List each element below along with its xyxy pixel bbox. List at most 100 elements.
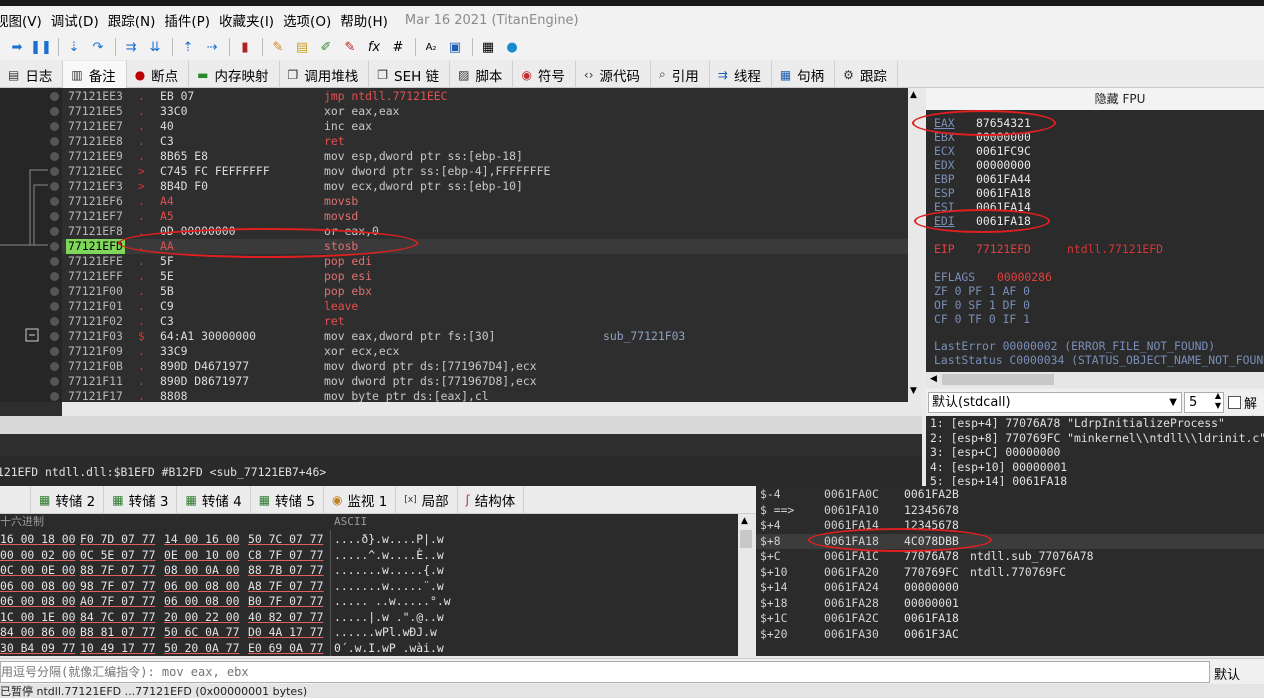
register-ecx[interactable]: ECX 0061FC9C: [934, 144, 1031, 158]
flags-row[interactable]: ZF 0 PF 1 AF 0: [934, 284, 1030, 298]
dump-row[interactable]: 84 00 86 00 B8 81 07 77 50 6C 0A 77 D0 4A 1…: [0, 625, 738, 641]
register-eax[interactable]: EAX 87654321: [934, 116, 1031, 130]
disasm-row[interactable]: 77121F17. 8808 mov byte ptr ds:[eax],cl: [62, 389, 908, 402]
tab-handles[interactable]: ▦ 句柄: [772, 61, 836, 88]
command-input[interactable]: [0, 661, 1210, 683]
command-default-label[interactable]: 默认: [1214, 664, 1240, 683]
dump-row[interactable]: 16 00 18 00 F0 7D 07 77 14 00 16 00 50 7C 0…: [0, 532, 738, 548]
stack-row[interactable]: $+C 0061FA1C 77076A78 ntdll.sub_77076A78: [756, 549, 1264, 565]
scroll-down-icon[interactable]: ▼: [910, 386, 917, 396]
breakpoint-dot-icon[interactable]: [50, 167, 59, 176]
scroll-up-icon[interactable]: ▲: [910, 90, 917, 100]
argument-row[interactable]: 4: [esp+10] 00000001: [926, 460, 1264, 475]
disasm-row[interactable]: 77121EEC > C745 FC FEFFFFFF mov dword ptr s…: [62, 164, 908, 179]
step-into-icon[interactable]: ⇣: [63, 37, 85, 57]
scroll-up-icon[interactable]: ▲: [741, 516, 748, 526]
tab-结构体[interactable]: ʃ 结构体: [458, 486, 525, 514]
breakpoint-dot-icon[interactable]: [50, 377, 59, 386]
font-icon[interactable]: A₂: [420, 37, 442, 57]
patch-icon[interactable]: ✎: [267, 37, 289, 57]
register-edi[interactable]: EDI 0061FA18: [934, 214, 1031, 228]
flags-row[interactable]: CF 0 TF 0 IF 1: [934, 312, 1030, 326]
tab-trace[interactable]: ⚙ 跟踪: [835, 61, 898, 88]
breakpoint-dot-icon[interactable]: [50, 92, 59, 101]
tab-notes[interactable]: ▥ 备注: [63, 61, 127, 88]
scroll-thumb[interactable]: [740, 530, 752, 548]
disasm-row[interactable]: 77121EFE. 5F pop edi: [62, 254, 908, 269]
stop-icon[interactable]: ▮: [234, 37, 256, 57]
tab-symbols[interactable]: ◉ 符号: [513, 61, 576, 88]
register-ebx[interactable]: EBX 00000000: [934, 130, 1031, 144]
disasm-row[interactable]: 77121EF3 >8B4D F0 mov ecx,dword ptr ss:[eb…: [62, 179, 908, 194]
breakpoint-dot-icon[interactable]: [50, 197, 59, 206]
breakpoint-dot-icon[interactable]: [50, 257, 59, 266]
disasm-row[interactable]: 77121EF8. 0D 00000000 or eax,0: [62, 224, 908, 239]
menu-plugins[interactable]: 插件(P): [164, 10, 219, 30]
argument-row[interactable]: 1: [esp+4] 77076A78 "LdrpInitializeProce…: [926, 416, 1264, 431]
tab-memory-map[interactable]: ▬ 内存映射: [189, 61, 280, 88]
dump-row[interactable]: 0C 00 0E 00 88 7F 07 77 08 00 0A 00 88 7B 0…: [0, 563, 738, 579]
register-eip[interactable]: EIP 77121EFD ntdll.77121EFD: [934, 242, 1163, 256]
menu-options[interactable]: 选项(O): [283, 10, 340, 30]
disasm-row[interactable]: 77121F02. C3 ret: [62, 314, 908, 329]
breakpoint-dot-icon[interactable]: [50, 272, 59, 281]
find-icon[interactable]: ▣: [444, 37, 466, 57]
disassembly-scrollbar[interactable]: ▲ ▼: [908, 88, 922, 416]
disasm-row[interactable]: 77121F09. 33C9 xor ecx,ecx: [62, 344, 908, 359]
stack-row[interactable]: $+1C 0061FA2C 0061FA18: [756, 611, 1264, 627]
menu-favourites[interactable]: 收藏夹(I): [219, 10, 283, 30]
pause-icon[interactable]: ❚❚: [30, 37, 52, 57]
disasm-row[interactable]: 77121F11. 890D D8671977 mov dword ptr ds:[…: [62, 374, 908, 389]
stack-row[interactable]: $+20 0061FA30 0061F3AC: [756, 627, 1264, 643]
tab-转储-5[interactable]: ▦ 转储 5: [251, 486, 324, 514]
scroll-thumb[interactable]: [942, 374, 1054, 385]
disasm-row[interactable]: 77121F0B. 890D D4671977 mov dword ptr ds:[…: [62, 359, 908, 374]
tab-references[interactable]: ⌕ 引用: [651, 61, 710, 88]
register-edx[interactable]: EDX 00000000: [934, 158, 1031, 172]
run-to-user-code-icon[interactable]: ⇢: [201, 37, 223, 57]
tab-threads[interactable]: ⇉ 线程: [710, 61, 772, 88]
dump-row[interactable]: 00 00 02 00 0C 5E 07 77 0E 00 10 00 C8 7F 0…: [0, 548, 738, 564]
stack-row[interactable]: $+4 0061FA14 12345678: [756, 518, 1264, 534]
tab-breakpoint[interactable]: ● 断点: [127, 61, 190, 88]
disasm-row[interactable]: 77121F03 $64:A1 30000000 mov eax,dword ptr…: [62, 329, 908, 344]
tab-seh[interactable]: ❐ SEH 链: [369, 61, 451, 88]
tab-source[interactable]: ‹› 源代码: [576, 61, 652, 88]
step-over-icon[interactable]: ↷: [87, 37, 109, 57]
breakpoint-dot-icon[interactable]: [50, 212, 59, 221]
disasm-row[interactable]: 77121EE7. 40 inc eax: [62, 119, 908, 134]
stack-row[interactable]: $-4 0061FA0C 0061FA2B: [756, 487, 1264, 503]
tab-script[interactable]: ▨ 脚本: [450, 61, 514, 88]
register-ebp[interactable]: EBP 0061FA44: [934, 172, 1031, 186]
breakpoint-dot-icon[interactable]: [50, 137, 59, 146]
scroll-left-icon[interactable]: ◀: [930, 374, 937, 384]
function-icon[interactable]: fx: [363, 37, 385, 57]
stack-row[interactable]: $+18 0061FA28 00000001: [756, 596, 1264, 612]
unlock-checkbox[interactable]: [1228, 396, 1241, 409]
breakpoint-dot-icon[interactable]: [50, 317, 59, 326]
registers-hscrollbar[interactable]: ◀: [926, 372, 1264, 388]
breakpoint-dot-icon[interactable]: [50, 152, 59, 161]
menu-trace[interactable]: 跟踪(N): [108, 10, 165, 30]
breakpoint-dot-icon[interactable]: [50, 182, 59, 191]
tab-局部[interactable]: [x] 局部: [396, 486, 458, 514]
register-esp[interactable]: ESP 0061FA18: [934, 186, 1031, 200]
breakpoint-dot-icon[interactable]: [50, 122, 59, 131]
breakpoint-dot-icon[interactable]: [50, 302, 59, 311]
menu-debug[interactable]: 调试(D): [51, 10, 108, 30]
argument-row[interactable]: 3: [esp+C] 00000000: [926, 445, 1264, 460]
breakpoint-dot-icon[interactable]: [50, 392, 59, 401]
breakpoint-dot-icon[interactable]: [50, 332, 59, 341]
calling-convention-select[interactable]: 默认(stdcall) ▼: [928, 392, 1182, 413]
register-eflags[interactable]: EFLAGS 00000286: [934, 270, 1052, 284]
stack-view[interactable]: $-4 0061FA0C 0061FA2B $ ==> 0061FA10 12345678…: [756, 486, 1264, 656]
trace-over-icon[interactable]: ⇊: [144, 37, 166, 57]
globe-icon[interactable]: ●: [501, 37, 523, 57]
menu-help[interactable]: 帮助(H): [340, 10, 397, 30]
calculator-icon[interactable]: ▦: [477, 37, 499, 57]
disasm-row[interactable]: 77121EF7. A5 movsd: [62, 209, 908, 224]
flags-row[interactable]: OF 0 SF 1 DF 0: [934, 298, 1030, 312]
disassembly[interactable]: 77121EE3. EB 07 jmp ntdll.77121EEC 77121EE5…: [62, 88, 908, 402]
arg-count-spinner[interactable]: 5 ▲ ▼: [1184, 391, 1224, 413]
execute-till-return-icon[interactable]: ⇡: [177, 37, 199, 57]
